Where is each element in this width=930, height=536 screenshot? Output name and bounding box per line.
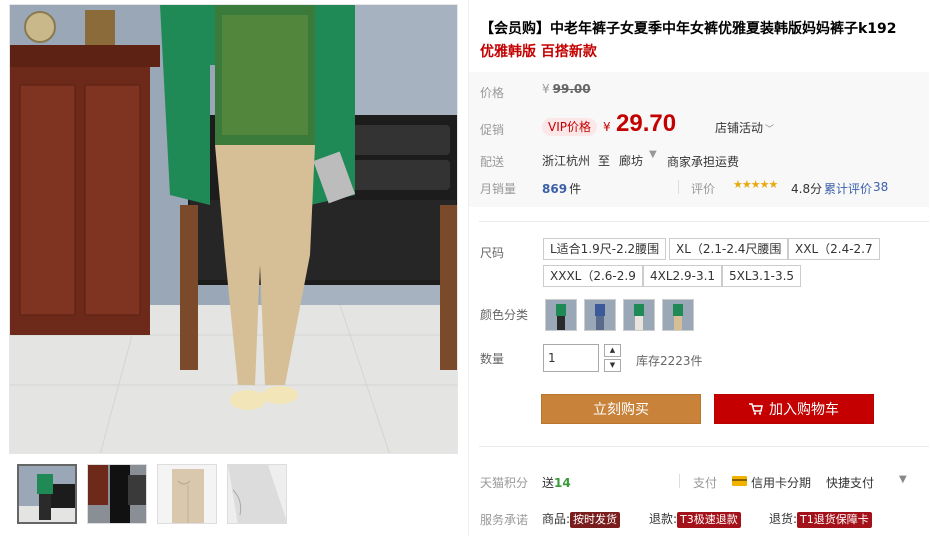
service-goods-tag[interactable]: 按时发货 — [570, 512, 621, 528]
original-price: ¥99.00 — [542, 82, 591, 96]
service-return-tag[interactable]: T1退货保障卡 — [797, 512, 872, 528]
service-refund-label: 退款: — [649, 512, 678, 526]
tmall-points-value: 14 — [554, 476, 571, 490]
size-option[interactable]: 5XL3.1-3.5 — [722, 265, 802, 287]
currency-symbol: ¥ — [542, 82, 550, 96]
size-option[interactable]: 4XL2.9-3.1 — [643, 265, 723, 287]
credit-card-installment[interactable]: 信用卡分期 — [751, 474, 811, 491]
service-refund-tag[interactable]: T3极速退款 — [677, 512, 741, 528]
payment-label: 支付 — [693, 476, 718, 490]
cart-icon — [749, 403, 763, 415]
size-option[interactable]: XL（2.1-2.4尺腰围 — [669, 238, 789, 260]
monthly-sales-unit: 件 — [569, 182, 582, 196]
tmall-points-text: 送 — [542, 476, 555, 490]
quantity-input[interactable] — [543, 344, 599, 372]
total-reviews-link[interactable]: 累计评价 — [824, 180, 872, 197]
promo-label: 促销 — [480, 123, 505, 137]
color-swatch-photo — [624, 300, 654, 330]
quantity-decrease-button[interactable]: ▼ — [604, 359, 621, 372]
color-swatch[interactable] — [623, 299, 655, 331]
monthly-sales-count: 869 — [542, 182, 568, 196]
color-swatch[interactable] — [545, 299, 577, 331]
product-info-panel: 【会员购】中老年裤子女夏季中年女裤优雅夏装韩版妈妈裤子k192 优雅韩版 百搭新… — [468, 0, 929, 536]
thumbnail-photo — [19, 466, 75, 522]
promo-currency-symbol: ¥ — [603, 120, 611, 134]
service-goods-label: 商品: — [542, 512, 571, 526]
star-rating-icon: ★★★★★ — [733, 178, 778, 191]
service-label: 服务承诺 — [480, 513, 529, 527]
add-to-cart-button[interactable]: 加入购物车 — [714, 394, 874, 424]
service-return-label: 退货: — [769, 512, 798, 526]
ship-from: 浙江杭州 — [542, 154, 591, 168]
color-swatch-photo — [546, 300, 576, 330]
thumbnail-strip — [17, 464, 287, 524]
chevron-down-icon: ﹀ — [765, 125, 775, 135]
size-option[interactable]: XXXL（2.6-2.9 — [543, 265, 643, 287]
rating-label: 评价 — [691, 182, 716, 196]
service-goods: 商品: 按时发货 — [542, 510, 621, 528]
divider — [479, 446, 929, 447]
color-swatch-photo — [663, 300, 693, 330]
monthly-sales-label: 月销量 — [480, 182, 517, 196]
monthly-sales: 869 件 — [542, 180, 581, 197]
thumbnail-photo — [88, 465, 146, 523]
service-refund: 退款: T3极速退款 — [649, 510, 741, 528]
buy-now-button[interactable]: 立刻购买 — [541, 394, 701, 424]
credit-card-icon — [732, 476, 747, 486]
ship-to-label: 至 — [598, 154, 611, 168]
add-to-cart-label: 加入购物车 — [769, 402, 839, 418]
shop-activity-label: 店铺活动 — [715, 121, 764, 135]
main-product-image[interactable] — [9, 4, 458, 454]
product-title: 【会员购】中老年裤子女夏季中年女裤优雅夏装韩版妈妈裤子k192 — [480, 21, 897, 37]
shipping-label: 配送 — [480, 155, 505, 169]
ship-to-selector[interactable]: 廊坊 — [619, 152, 643, 169]
quantity-label: 数量 — [480, 352, 505, 366]
price-label: 价格 — [480, 86, 505, 100]
divider — [679, 474, 680, 488]
color-swatch[interactable] — [584, 299, 616, 331]
product-photo — [10, 5, 457, 453]
color-label: 颜色分类 — [480, 308, 529, 322]
quick-pay[interactable]: 快捷支付 — [826, 474, 874, 491]
color-swatch-photo — [585, 300, 615, 330]
quantity-increase-button[interactable]: ▲ — [604, 344, 621, 357]
total-reviews-count[interactable]: 38 — [873, 180, 888, 194]
caret-down-icon[interactable]: ▼ — [899, 474, 907, 485]
thumbnail-1[interactable] — [17, 464, 77, 524]
thumbnail-2[interactable] — [87, 464, 147, 524]
vip-price-badge: VIP价格 — [542, 118, 597, 136]
original-price-value: 99.00 — [552, 82, 591, 96]
stock-count: 库存2223件 — [636, 354, 703, 368]
service-return: 退货: T1退货保障卡 — [769, 510, 872, 528]
caret-down-icon[interactable]: ▼ — [649, 149, 657, 160]
size-option[interactable]: XXL（2.4-2.7 — [788, 238, 880, 260]
thumbnail-4[interactable] — [227, 464, 287, 524]
shipping-fee: 商家承担运费 — [667, 155, 740, 169]
size-option[interactable]: L适合1.9尺-2.2腰围 — [543, 238, 667, 260]
tmall-points-label: 天猫积分 — [480, 476, 529, 490]
size-label: 尺码 — [480, 246, 505, 260]
rating-score: 4.8分 — [791, 182, 823, 196]
thumbnail-3[interactable] — [157, 464, 217, 524]
color-swatch[interactable] — [662, 299, 694, 331]
thumbnail-photo — [158, 465, 216, 523]
product-subtitle: 优雅韩版 百搭新款 — [480, 44, 597, 60]
thumbnail-photo — [228, 465, 286, 523]
divider — [479, 221, 929, 222]
tmall-points: 送14 — [542, 474, 571, 491]
promo-price: 29.70 — [616, 110, 677, 137]
divider — [678, 180, 679, 194]
shop-activity-dropdown[interactable]: 店铺活动 ﹀ — [715, 119, 774, 136]
